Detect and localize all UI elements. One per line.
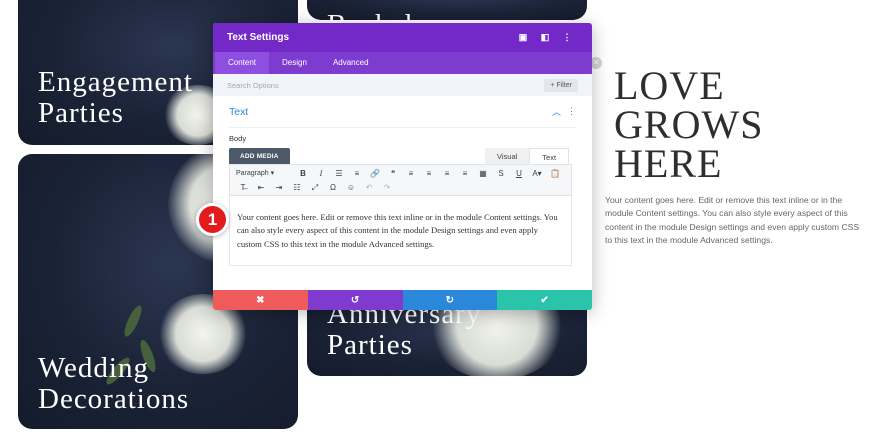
leaf-decoration bbox=[121, 303, 145, 339]
add-media-button[interactable]: ADD MEDIA bbox=[229, 148, 290, 165]
save-button[interactable]: ✔ bbox=[497, 290, 592, 310]
indent-icon[interactable]: ⇥ bbox=[270, 181, 288, 195]
editor-toolbar: Paragraph ▾ B I ☰ ≡ 🔗 ❝ ≡ ≡ ≡ ≡ ▦ S U A▾… bbox=[229, 164, 572, 196]
special-character-icon[interactable]: Ω bbox=[324, 181, 342, 195]
split-view-icon[interactable]: ◧ bbox=[534, 32, 556, 43]
section-label: Text bbox=[229, 105, 249, 118]
engagement-card-title: Engagement Parties bbox=[38, 66, 193, 129]
blockquote-icon[interactable]: ❝ bbox=[384, 167, 402, 181]
undo-button[interactable]: ↺ bbox=[307, 290, 403, 310]
wedding-card-title: Wedding Decorations bbox=[38, 352, 190, 415]
paragraph-select[interactable]: Paragraph ▾ bbox=[234, 167, 294, 181]
tab-content[interactable]: Content bbox=[215, 52, 270, 74]
modal-title: Text Settings bbox=[227, 32, 290, 43]
justify-icon[interactable]: ≡ bbox=[456, 167, 474, 181]
search-input[interactable]: Search Options bbox=[227, 81, 544, 90]
bold-icon[interactable]: B bbox=[294, 167, 312, 181]
more-options-icon[interactable]: ⋮ bbox=[556, 32, 578, 43]
step-number-badge: 1 bbox=[196, 203, 229, 236]
text-content-editor[interactable]: Your content goes here. Edit or remove t… bbox=[229, 196, 572, 266]
clear-format-icon[interactable]: T̶ bbox=[234, 181, 252, 195]
undo-icon[interactable]: ↶ bbox=[360, 181, 378, 195]
modal-footer: ✖ ↺ ↻ ✔ bbox=[213, 290, 592, 310]
numbered-list-icon[interactable]: ≡ bbox=[348, 167, 366, 181]
paragraph-label: Paragraph bbox=[236, 170, 269, 177]
filter-button[interactable]: + Filter bbox=[544, 78, 578, 92]
right-body-text: Your content goes here. Edit or remove t… bbox=[605, 195, 860, 246]
chevron-up-icon[interactable]: ︿ bbox=[552, 105, 561, 118]
underline-icon[interactable]: U bbox=[510, 167, 528, 181]
emoji-icon[interactable]: ☺ bbox=[342, 181, 360, 195]
italic-icon[interactable]: I bbox=[312, 167, 330, 181]
strikethrough-icon[interactable]: S bbox=[492, 167, 510, 181]
redo-button[interactable]: ↻ bbox=[402, 290, 498, 310]
text-color-icon[interactable]: A▾ bbox=[528, 167, 546, 181]
tab-advanced[interactable]: Advanced bbox=[320, 52, 382, 74]
top-partial-card[interactable]: Bachelor bbox=[307, 0, 587, 20]
align-left-icon[interactable]: ≡ bbox=[402, 167, 420, 181]
body-label: Body bbox=[229, 134, 247, 143]
modal-header: Text Settings ▣ ◧ ⋮ bbox=[213, 23, 592, 52]
bullet-list-icon[interactable]: ☰ bbox=[330, 167, 348, 181]
cancel-button[interactable]: ✖ bbox=[213, 290, 308, 310]
text-settings-modal: Text Settings ▣ ◧ ⋮ Content Design Advan… bbox=[213, 23, 592, 310]
top-card-title: Bachelor bbox=[327, 10, 440, 21]
fullscreen-icon[interactable]: ⤢ bbox=[306, 181, 324, 195]
love-grows-heading: LOVE GROWS HERE bbox=[614, 63, 764, 186]
modal-tabs: Content Design Advanced bbox=[213, 52, 592, 74]
expand-icon[interactable]: ▣ bbox=[512, 32, 534, 43]
redo-icon[interactable]: ↷ bbox=[378, 181, 396, 195]
align-center-icon[interactable]: ≡ bbox=[420, 167, 438, 181]
indent-more-icon[interactable]: ☷ bbox=[288, 181, 306, 195]
outdent-icon[interactable]: ⇤ bbox=[252, 181, 270, 195]
tab-design[interactable]: Design bbox=[269, 52, 320, 74]
table-icon[interactable]: ▦ bbox=[474, 167, 492, 181]
text-section-header[interactable]: Text ︿ ⋮ bbox=[229, 96, 576, 128]
search-options-bar: Search Options + Filter bbox=[213, 74, 592, 96]
paste-icon[interactable]: 📋 bbox=[546, 167, 564, 181]
align-right-icon[interactable]: ≡ bbox=[438, 167, 456, 181]
link-icon[interactable]: 🔗 bbox=[366, 167, 384, 181]
section-options-icon[interactable]: ⋮ bbox=[567, 106, 576, 117]
